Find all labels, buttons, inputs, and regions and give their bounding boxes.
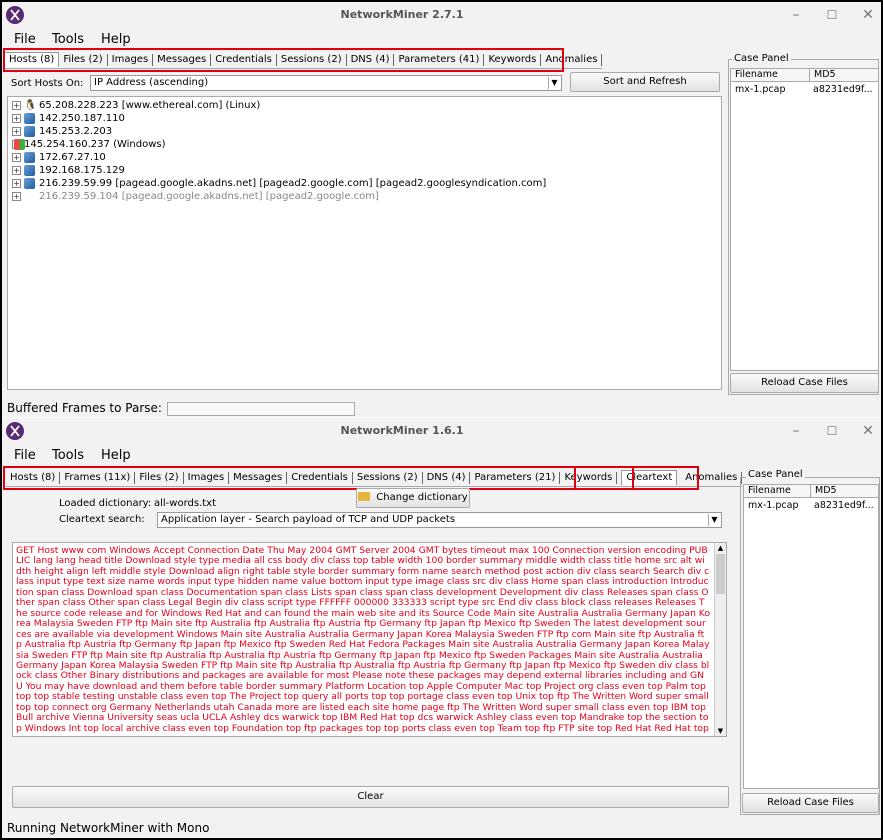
folder-icon [358,492,371,501]
networkminer-271-window: NetworkMiner 2.7.1 – ☐ ✕ File Tools Help… [2,2,881,417]
cleartext-payload-text: GET Host www com Windows Accept Connecti… [16,546,710,734]
maximize-icon[interactable]: ☐ [822,421,842,441]
dropdown-arrow-icon: ▼ [708,514,720,526]
status-bar-text: Running NetworkMiner with Mono [7,821,210,835]
computer-icon [24,178,35,189]
expand-icon[interactable]: + [12,114,21,123]
host-label: 142.250.187.110 [39,113,125,124]
change-dictionary-button[interactable]: Change dictionary [356,488,470,508]
case-file-md5: a8231ed9f... [813,84,873,95]
menu-help[interactable]: Help [101,448,131,463]
close-icon[interactable]: ✕ [858,421,878,441]
host-label: 192.168.175.129 [39,165,125,176]
scroll-up-icon[interactable]: ▲ [715,543,726,553]
menu-file[interactable]: File [14,32,36,47]
menu-file[interactable]: File [14,448,36,463]
menu-bar: File Tools Help [2,446,881,466]
sort-hosts-select[interactable]: IP Address (ascending) ▼ [90,75,562,91]
scroll-down-icon[interactable]: ▼ [715,726,726,736]
buffered-frames-progress [167,402,355,416]
reload-case-files-button[interactable]: Reload Case Files [742,793,879,813]
buffered-frames-label: Buffered Frames to Parse: [7,401,162,415]
case-files-header: Filename MD5 [744,485,878,498]
column-filename[interactable]: Filename [731,69,778,80]
computer-icon [24,126,35,137]
host-row[interactable]: +216.239.59.104 [pagead.google.akadns.ne… [12,190,379,203]
cleartext-search-select[interactable]: Application layer - Search payload of TC… [157,512,722,528]
case-panel-title: Case Panel [746,469,805,480]
maximize-icon[interactable]: ☐ [822,5,842,25]
scroll-thumb[interactable] [716,554,725,594]
host-label: 145.254.160.237 (Windows) [24,139,166,150]
cleartext-tab-highlight-box [574,466,634,490]
host-row[interactable]: +192.168.175.129 [12,164,125,177]
payload-scrollbar[interactable]: ▲ ▼ [714,543,726,736]
cleartext-search-label: Cleartext search: [59,514,145,525]
loaded-dictionary-value: all-words.txt [154,498,217,509]
tabs-highlight-box [3,48,564,72]
loaded-dictionary-label: Loaded dictionary: [59,498,152,509]
menu-tools[interactable]: Tools [52,32,84,47]
computer-icon [24,113,35,124]
case-panel-title: Case Panel [732,53,791,64]
sort-hosts-value: IP Address (ascending) [94,77,209,88]
case-files-header: Filename MD5 [731,69,878,82]
host-label: 145.253.2.203 [39,126,113,137]
cleartext-payload-box[interactable]: GET Host www com Windows Accept Connecti… [12,542,727,737]
case-file-row[interactable]: mx-1.pcap a8231ed9f... [731,84,878,97]
hosts-tree: + 🐧 65.208.228.223 [www.ethereal.com] (Lin… [7,96,722,390]
sort-and-refresh-button[interactable]: Sort and Refresh [570,72,720,92]
host-label: 65.208.228.223 [www.ethereal.com] (Linux… [39,100,261,111]
expand-icon[interactable]: + [12,166,21,175]
clear-button[interactable]: Clear [12,786,729,808]
menu-tools[interactable]: Tools [52,448,84,463]
host-row[interactable]: +145.253.2.203 [12,125,112,138]
expand-icon[interactable]: + [12,192,21,201]
computer-icon [24,152,35,163]
menu-help[interactable]: Help [101,32,131,47]
case-files-list[interactable]: Filename MD5 mx-1.pcap a8231ed9f... [743,484,879,789]
sort-hosts-label: Sort Hosts On: [11,78,84,89]
host-row[interactable]: +145.254.160.237 (Windows) [12,138,166,151]
case-file-name: mx-1.pcap [735,84,786,95]
column-filename[interactable]: Filename [744,485,791,496]
case-file-md5: a8231ed9f... [814,500,874,511]
host-label: 172.67.27.10 [39,152,106,163]
computer-icon [24,165,35,176]
cleartext-search-value: Application layer - Search payload of TC… [161,514,456,525]
expand-icon[interactable]: + [12,127,21,136]
host-label: 216.239.59.99 [pagead.google.akadns.net]… [39,178,547,189]
host-row[interactable]: + 🐧 65.208.228.223 [www.ethereal.com] (Lin… [12,99,260,112]
linux-icon: 🐧 [24,100,37,111]
host-row[interactable]: +142.250.187.110 [12,112,125,125]
expand-icon[interactable]: + [12,153,21,162]
menu-bar: File Tools Help [2,30,881,50]
expand-icon[interactable]: + [12,101,21,110]
host-row[interactable]: +216.239.59.99 [pagead.google.akadns.net… [12,177,546,190]
host-label: 216.239.59.104 [pagead.google.akadns.net… [39,191,379,202]
close-icon[interactable]: ✕ [858,5,878,25]
title-bar: NetworkMiner 1.6.1 – ☐ ✕ [2,418,881,444]
column-md5[interactable]: MD5 [809,69,836,82]
title-bar: NetworkMiner 2.7.1 – ☐ ✕ [2,2,881,28]
reload-case-files-button[interactable]: Reload Case Files [730,373,879,393]
case-files-list[interactable]: Filename MD5 mx-1.pcap a8231ed9f... [730,68,879,371]
expand-icon[interactable]: + [12,179,21,188]
minimize-icon[interactable]: – [786,421,806,441]
case-file-name: mx-1.pcap [748,500,799,511]
change-dictionary-label: Change dictionary [376,492,468,503]
windows-icon [14,139,25,150]
dropdown-arrow-icon: ▼ [548,77,560,89]
column-md5[interactable]: MD5 [810,485,837,498]
minimize-icon[interactable]: – [786,5,806,25]
host-row[interactable]: +172.67.27.10 [12,151,106,164]
window-title: NetworkMiner 2.7.1 [340,8,464,21]
window-title: NetworkMiner 1.6.1 [340,424,464,437]
networkminer-161-window: NetworkMiner 1.6.1 – ☐ ✕ File Tools Help… [2,418,881,838]
case-file-row[interactable]: mx-1.pcap a8231ed9f... [744,500,878,513]
